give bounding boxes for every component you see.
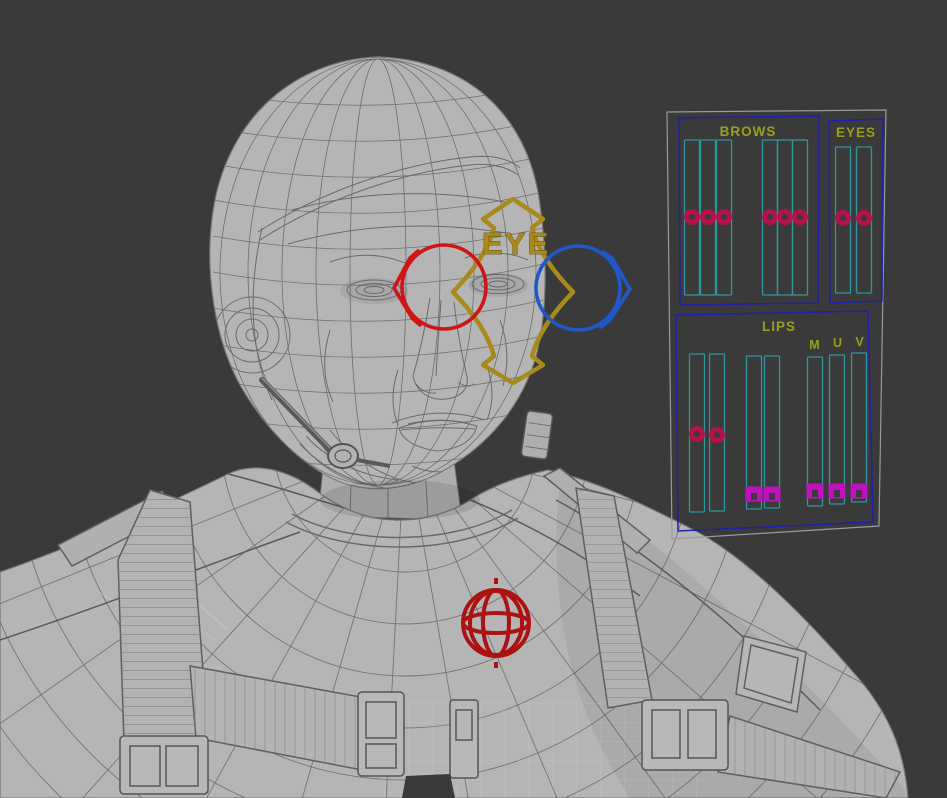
slider-handle-hole-brows-3 <box>721 214 727 220</box>
slider-handle-hole-lips-1 <box>694 431 700 437</box>
eyes-label: EYES <box>836 125 876 140</box>
center-buckle <box>358 692 404 776</box>
slider-handle-notch-lips-5 <box>812 490 818 497</box>
slider-handle-hole-eyes-2 <box>861 215 867 221</box>
slider-handle-hole-brows-5 <box>782 214 788 220</box>
slider-handle-hole-brows-1 <box>689 214 695 220</box>
slider-handle-notch-lips-4 <box>769 493 775 500</box>
eye-gizmo-label: EYE <box>482 226 550 261</box>
slider-handle-hole-brows-4 <box>767 214 773 220</box>
viewport: EYE BROWS EYES LIPS M U V <box>0 0 947 798</box>
lips-col-label-m: M <box>809 338 820 352</box>
right-earpiece <box>521 410 553 459</box>
lips-col-label-v: V <box>855 335 864 349</box>
slider-handle-hole-brows-6 <box>797 214 803 220</box>
slider-handle-hole-eyes-1 <box>840 215 846 221</box>
slider-handle-hole-lips-2 <box>714 432 720 438</box>
belt-gap <box>402 774 455 798</box>
slider-handle-notch-lips-3 <box>751 493 757 500</box>
slider-handle-hole-brows-2 <box>705 214 711 220</box>
center-buckle-plate <box>450 700 478 778</box>
slider-handle-notch-lips-7 <box>856 490 862 497</box>
brows-label: BROWS <box>720 124 777 139</box>
lips-label: LIPS <box>762 319 796 334</box>
slider-handle-notch-lips-6 <box>834 490 840 497</box>
neck-shadow <box>320 480 480 520</box>
lips-col-label-u: U <box>833 336 843 350</box>
